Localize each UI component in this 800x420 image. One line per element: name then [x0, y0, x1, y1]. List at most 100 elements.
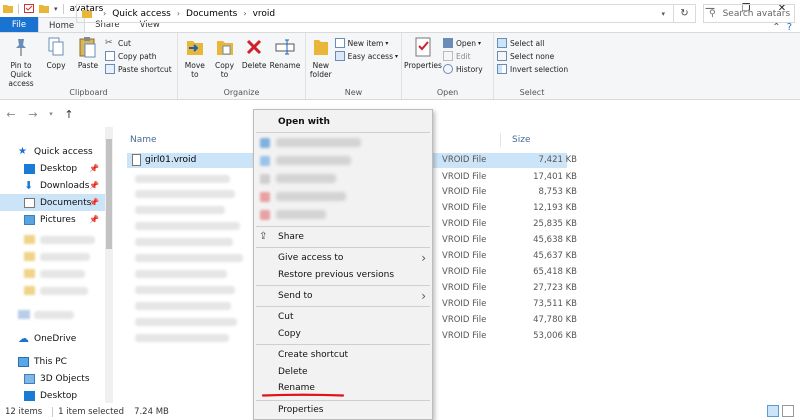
new-folder-label: New folder — [309, 61, 332, 79]
file-size: 7,421 KB — [538, 155, 577, 165]
recent-dropdown-icon[interactable]: ▾ — [44, 110, 58, 118]
share-icon: ⇪ — [259, 231, 268, 242]
file-type: VROID File — [442, 315, 487, 325]
breadcrumb-separator-icon[interactable]: › — [103, 9, 106, 18]
blurred-app-icon — [260, 210, 270, 220]
breadcrumb-separator-icon[interactable]: › — [243, 9, 246, 18]
nav-pictures[interactable]: Pictures 📌 — [0, 211, 105, 228]
nav-documents[interactable]: Documents 📌 — [0, 194, 105, 211]
menu-item-open-with[interactable]: Open with — [254, 113, 432, 130]
clipboard-group: Pin to Quick access Copy Paste ✂ Cut Copy… — [0, 33, 178, 99]
file-size: 73,511 KB — [533, 299, 577, 309]
edit-button[interactable]: Edit — [443, 51, 483, 61]
nav-quick-access[interactable]: ★ Quick access — [0, 143, 105, 160]
menu-separator — [256, 132, 430, 133]
up-arrow-icon[interactable]: ↑ — [62, 108, 76, 121]
nav-pc-desktop[interactable]: Desktop — [0, 387, 105, 404]
breadcrumb-separator-icon[interactable]: › — [177, 9, 180, 18]
invert-selection-label: Invert selection — [510, 64, 569, 74]
menu-item-restore-versions[interactable]: Restore previous versions — [254, 266, 432, 283]
nav-3d-objects[interactable]: 3D Objects — [0, 370, 105, 387]
copy-path-button[interactable]: Copy path — [105, 51, 172, 61]
submenu-arrow-icon: › — [421, 250, 426, 265]
address-dropdown-icon[interactable]: ▾ — [661, 10, 665, 18]
select-all-icon — [497, 38, 507, 48]
nav-downloads-label: Downloads — [40, 180, 90, 191]
status-selected: 1 item selected — [58, 406, 125, 417]
blurred-menu-item — [276, 156, 351, 165]
copy-path-icon — [105, 51, 115, 61]
history-button[interactable]: History — [443, 64, 483, 74]
pin-icon — [16, 39, 26, 56]
back-arrow-icon[interactable]: ← — [4, 108, 18, 121]
menu-item-label: Rename — [278, 382, 315, 393]
menu-item-delete[interactable]: Delete — [254, 363, 432, 380]
open-icon — [443, 38, 453, 48]
blurred-file-name — [135, 222, 240, 230]
paste-shortcut-button[interactable]: Paste shortcut — [105, 64, 172, 74]
blurred-item-icon — [18, 310, 30, 319]
blurred-app-icon — [260, 156, 270, 166]
move-to-label: Move to — [184, 61, 205, 79]
cut-button[interactable]: ✂ Cut — [105, 38, 172, 48]
nav-onedrive[interactable]: ☁ OneDrive — [0, 330, 105, 347]
menu-item-create-shortcut[interactable]: Create shortcut — [254, 346, 432, 363]
blurred-folder-label — [40, 270, 85, 278]
forward-arrow-icon[interactable]: → — [26, 108, 40, 121]
breadcrumb-documents[interactable]: Documents — [186, 9, 237, 19]
menu-item-label: Open with — [278, 116, 330, 127]
menu-item-rename[interactable]: Rename — [254, 379, 432, 396]
blurred-folder-label — [40, 236, 95, 244]
status-size: 7.24 MB — [134, 406, 169, 417]
cube-icon — [24, 373, 35, 384]
invert-selection-button[interactable]: Invert selection — [497, 64, 568, 74]
select-none-button[interactable]: Select none — [497, 51, 568, 61]
nav-this-pc[interactable]: This PC — [0, 353, 105, 370]
nav-desktop[interactable]: Desktop 📌 — [0, 160, 105, 177]
divider — [18, 3, 19, 14]
refresh-button[interactable]: ↻ — [673, 4, 695, 23]
menu-item-send-to[interactable]: Send to › — [254, 287, 432, 304]
navigation-pane: ★ Quick access Desktop 📌 ⬇ Downloads 📌 D… — [0, 127, 113, 403]
menu-separator — [256, 344, 430, 345]
tab-file[interactable]: File — [0, 17, 38, 33]
details-view-icon[interactable] — [767, 405, 779, 417]
nav-scrollbar-thumb[interactable] — [106, 139, 112, 249]
divider — [52, 406, 54, 417]
select-none-icon — [497, 51, 507, 61]
file-type: VROID File — [442, 203, 487, 213]
nav-downloads[interactable]: ⬇ Downloads 📌 — [0, 177, 105, 194]
open-button[interactable]: Open ▾ — [443, 38, 483, 48]
edit-icon — [443, 51, 453, 61]
menu-item-cut[interactable]: Cut — [254, 308, 432, 325]
select-all-button[interactable]: Select all — [497, 38, 568, 48]
menu-item-give-access[interactable]: Give access to › — [254, 249, 432, 266]
new-folder-icon[interactable] — [39, 4, 49, 13]
pin-icon: 📌 — [89, 215, 99, 224]
menu-item-share[interactable]: ⇪ Share — [254, 228, 432, 245]
easy-access-button[interactable]: Easy access ▾ — [334, 51, 398, 61]
easy-access-label: Easy access — [347, 51, 393, 61]
address-bar[interactable]: › Quick access › Documents › vroid ▾ — [76, 4, 696, 23]
blurred-file-name — [135, 190, 235, 198]
copy-label: Copy — [46, 61, 66, 70]
menu-item-label: Properties — [278, 404, 324, 415]
new-group: New folder New item ▾ Easy access ▾ New — [306, 33, 402, 99]
column-header-name[interactable]: Name — [130, 135, 157, 145]
breadcrumb-quick-access[interactable]: Quick access — [112, 9, 171, 19]
search-box[interactable]: ⚲ Search avatars — [703, 4, 795, 23]
nav-documents-label: Documents — [40, 197, 92, 208]
new-item-icon — [334, 38, 345, 48]
large-icons-view-icon[interactable] — [782, 405, 794, 417]
chevron-down-icon: ▾ — [385, 39, 389, 47]
menu-item-properties[interactable]: Properties — [254, 401, 432, 418]
customize-dropdown-icon[interactable]: ▾ — [54, 5, 58, 13]
nav-scrollbar[interactable] — [105, 127, 113, 403]
rename-label: Rename — [269, 61, 301, 70]
properties-check-icon[interactable] — [24, 4, 34, 13]
column-header-size[interactable]: Size — [512, 135, 530, 145]
menu-item-copy[interactable]: Copy — [254, 325, 432, 342]
breadcrumb-vroid[interactable]: vroid — [253, 9, 276, 19]
new-item-button[interactable]: New item ▾ — [334, 38, 398, 48]
blurred-file-name — [135, 270, 227, 278]
